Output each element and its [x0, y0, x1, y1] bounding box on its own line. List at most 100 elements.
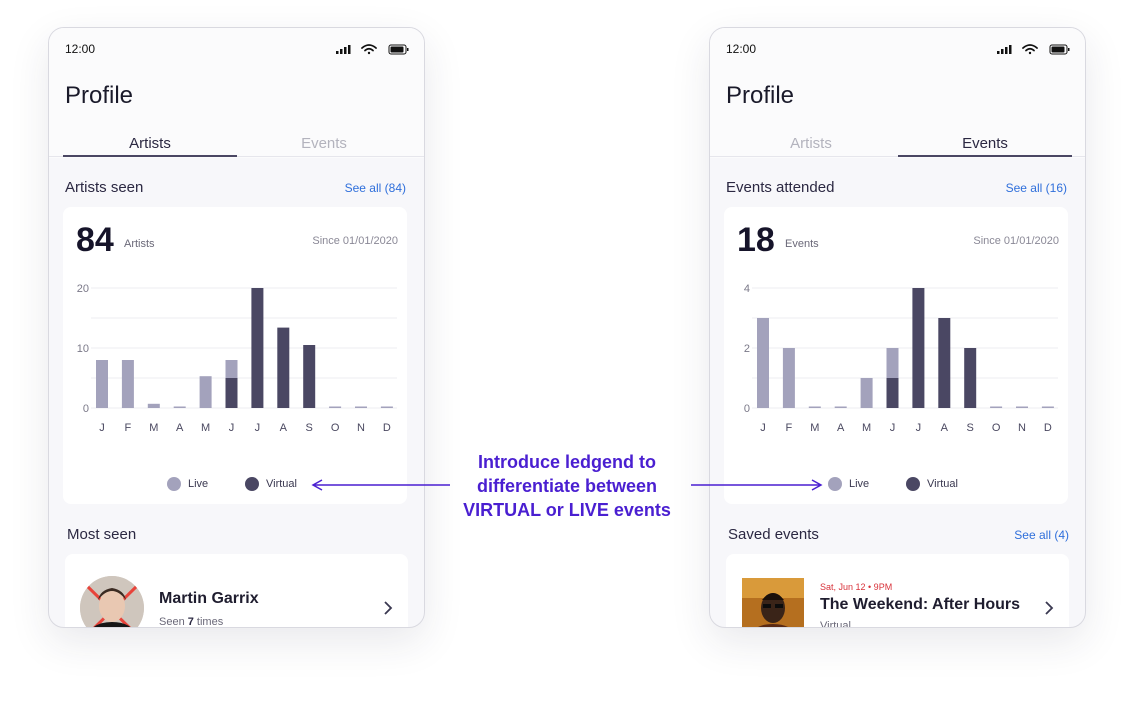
bar-live — [990, 406, 1003, 408]
y-tick-label: 2 — [744, 343, 750, 355]
list-item[interactable]: Sat, Jun 12 • 9PM The Weekend: After Hou… — [726, 554, 1069, 628]
legend-virtual-label: Virtual — [266, 478, 297, 490]
x-tick-label: M — [810, 422, 819, 434]
bar-live — [329, 406, 342, 408]
legend-live-label: Live — [849, 478, 870, 490]
wifi-icon — [1022, 44, 1038, 55]
stats-card: 18 Events Since 01/01/2020 0 2 4 J F M A M J J A S O… — [724, 207, 1068, 504]
phone-artists: 12:00 Profile Artists Events Artists see… — [48, 27, 425, 628]
y-tick-label: 20 — [77, 283, 89, 295]
signal-icon — [336, 45, 351, 54]
bar-live — [355, 406, 367, 408]
x-tick-label: N — [357, 422, 365, 434]
y-tick-label: 4 — [744, 283, 750, 295]
status-icons — [997, 44, 1070, 55]
legend-live-dot — [828, 477, 842, 491]
avatar — [80, 576, 144, 627]
battery-icon — [388, 44, 409, 55]
bar-live — [886, 348, 899, 378]
bar-live — [96, 360, 108, 408]
count-unit: Artists — [124, 238, 155, 250]
tab-events[interactable]: Events — [898, 135, 1072, 152]
bar-live — [834, 406, 847, 408]
legend-virtual-dot — [906, 477, 920, 491]
bar-virtual — [225, 378, 238, 408]
tab-artists[interactable]: Artists — [724, 135, 898, 152]
x-tick-label: J — [99, 422, 105, 434]
bar-live — [173, 406, 186, 408]
status-time: 12:00 — [726, 42, 757, 56]
list-item[interactable]: Martin Garrix Seen 7 times — [65, 554, 408, 628]
total-count: 18 — [737, 221, 775, 259]
legend-virtual-dot — [245, 477, 259, 491]
annotation-line-3: VIRTUAL or LIVE events — [463, 500, 671, 520]
x-tick-label: F — [125, 422, 132, 434]
bar-chart: 0 2 4 J F M A M J J A S O N D — [744, 283, 1058, 434]
annotation-text: Introduce ledgend to differentiate betwe… — [452, 450, 682, 522]
x-tick-label: J — [890, 422, 896, 434]
see-all-link[interactable]: See all (16) — [1006, 181, 1067, 195]
tab-artists[interactable]: Artists — [63, 135, 237, 152]
bar-live — [147, 403, 160, 408]
list-section-title: Most seen — [67, 526, 137, 543]
chevron-right-icon[interactable] — [382, 600, 394, 616]
bar-chart: 0 10 20 J F M A M J J A S O N D — [77, 283, 397, 434]
bar-live — [1016, 406, 1028, 408]
x-tick-label: O — [331, 422, 340, 434]
event-thumbnail — [742, 578, 804, 627]
bar-live — [199, 376, 212, 408]
x-tick-label: S — [306, 422, 313, 434]
bar-live — [782, 348, 795, 408]
bar-live — [380, 406, 393, 408]
list-section-title: Saved events — [728, 526, 819, 543]
wifi-icon — [361, 44, 377, 55]
total-count: 84 — [76, 221, 114, 259]
phone-events: 12:00 Profile Artists Events Events atte… — [709, 27, 1086, 628]
event-date: Sat, Jun 12 • 9PM — [820, 582, 893, 592]
bar-live — [860, 378, 873, 408]
page-title: Profile — [65, 82, 134, 109]
bar-virtual — [886, 378, 899, 408]
see-all-saved-link[interactable]: See all (4) — [1014, 528, 1069, 542]
x-tick-label: D — [1044, 422, 1052, 434]
chevron-right-icon[interactable] — [1043, 600, 1055, 616]
x-tick-label: S — [967, 422, 974, 434]
bar-virtual — [912, 288, 925, 408]
signal-icon — [997, 45, 1012, 54]
x-tick-label: A — [280, 422, 288, 434]
x-tick-label: J — [229, 422, 235, 434]
x-tick-label: M — [149, 422, 158, 434]
tab-active-indicator — [63, 155, 237, 157]
x-tick-label: A — [837, 422, 845, 434]
bar-virtual — [938, 318, 951, 408]
x-tick-label: M — [201, 422, 210, 434]
bar-virtual — [277, 327, 290, 408]
legend-live-label: Live — [188, 478, 209, 490]
bar-live — [225, 360, 238, 378]
legend-virtual-label: Virtual — [927, 478, 958, 490]
see-all-link[interactable]: See all (84) — [345, 181, 406, 195]
annotation-line-2: differentiate between — [476, 476, 658, 496]
annotation-line-1: Introduce ledgend to — [478, 452, 656, 472]
page-title: Profile — [726, 82, 795, 109]
tab-active-indicator — [898, 155, 1072, 157]
count-unit: Events — [785, 238, 819, 250]
event-name: The Weekend: After Hours — [820, 596, 1021, 613]
x-tick-label: J — [916, 422, 922, 434]
since-date: Since 01/01/2020 — [312, 235, 398, 247]
tab-events[interactable]: Events — [237, 135, 411, 152]
item-subtitle: Seen 7 times — [159, 616, 224, 628]
x-tick-label: O — [992, 422, 1001, 434]
battery-icon — [1049, 44, 1070, 55]
x-tick-label: A — [176, 422, 184, 434]
bar-live — [121, 360, 134, 408]
x-tick-label: D — [383, 422, 391, 434]
bar-live — [757, 318, 769, 408]
bar-live — [808, 406, 821, 408]
x-tick-label: J — [255, 422, 261, 434]
status-icons — [336, 44, 409, 55]
x-tick-label: F — [786, 422, 793, 434]
legend-live-dot — [167, 477, 181, 491]
since-date: Since 01/01/2020 — [973, 235, 1059, 247]
event-type: Virtual — [820, 620, 851, 628]
